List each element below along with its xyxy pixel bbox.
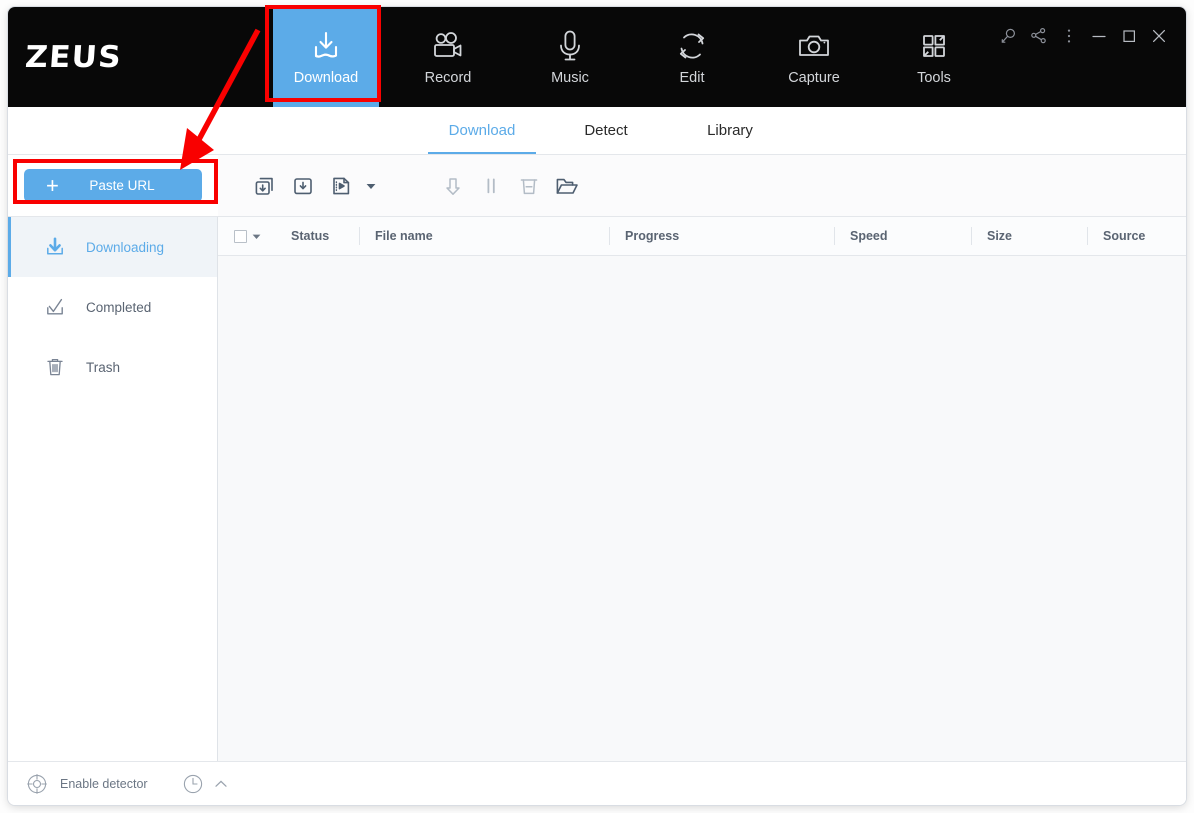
column-header-status-label: Status [291,229,330,243]
nav-item-record-label: Record [424,70,472,87]
tab-library[interactable]: Library [668,107,792,154]
app-logo: ZEUS [8,7,191,107]
nav-item-edit-label: Edit [679,70,705,87]
tab-download-label: Download [448,122,516,139]
chevron-up-icon[interactable] [213,776,229,792]
enable-detector-button[interactable]: Enable detector [26,773,148,795]
microphone-icon [555,28,585,64]
nav-item-capture[interactable]: Capture [761,7,867,107]
column-header-filename[interactable]: File name [359,217,609,255]
nav-item-edit[interactable]: Edit [639,7,745,107]
download-arrow-icon [44,236,66,258]
check-tray-icon [44,296,66,318]
video-camera-icon [430,28,466,64]
select-all-checkbox[interactable] [234,229,247,243]
single-download-icon[interactable] [284,167,322,205]
tab-library-label: Library [707,122,753,139]
select-all-caret-icon [252,234,261,239]
sub-tab-bar: Download Detect Library [8,107,1186,155]
nav-item-tools-label: Tools [917,70,951,87]
target-crosshair-icon [26,773,48,795]
nav-item-record[interactable]: Record [395,7,501,107]
plus-icon: + [46,172,59,198]
sidebar: Downloading Completed Trash [8,217,218,761]
column-header-speed[interactable]: Speed [834,217,971,255]
camera-icon [796,28,832,64]
toolbar-buttons [218,167,1186,205]
nav-item-music[interactable]: Music [517,7,623,107]
nav-item-download-label: Download [293,70,359,87]
zeus-application-window: ZEUS Download Record Music Edit Capture … [8,7,1186,805]
grid-squares-icon [918,28,950,64]
column-header-source-label: Source [1103,229,1146,243]
trash-bin-icon [44,356,66,378]
nav-item-capture-label: Capture [788,70,840,87]
column-header-progress-label: Progress [625,229,680,243]
nav-item-tools[interactable]: Tools [881,7,987,107]
video-file-icon[interactable] [322,167,360,205]
screenshot-root: ZEUS Download Record Music Edit Capture … [0,0,1194,813]
column-header-speed-label: Speed [850,229,888,243]
clock-icon[interactable] [182,773,204,795]
download-list-panel: Status File name Progress Speed Size Sou… [218,217,1186,761]
minimize-icon[interactable] [1084,21,1114,51]
tab-download[interactable]: Download [420,107,544,154]
sidebar-item-downloading-label: Downloading [86,239,165,255]
column-header-size[interactable]: Size [971,217,1087,255]
tab-detect[interactable]: Detect [544,107,668,154]
nav-item-music-label: Music [551,70,589,87]
sidebar-item-trash-label: Trash [86,359,121,375]
pause-download-icon[interactable] [472,167,510,205]
delete-icon[interactable] [510,167,548,205]
app-logo-text: ZEUS [23,39,124,75]
search-icon[interactable] [994,21,1024,51]
window-controls [994,21,1174,51]
share-icon[interactable] [1024,21,1054,51]
dropdown-caret-icon[interactable] [360,167,382,205]
sidebar-item-trash[interactable]: Trash [8,337,217,397]
nav-item-download[interactable]: Download [273,7,379,107]
column-header-status[interactable]: Status [275,217,359,255]
download-tray-icon [309,28,343,64]
top-navigation-bar: ZEUS Download Record Music Edit Capture … [8,7,1186,107]
open-folder-icon[interactable] [548,167,586,205]
column-header-filename-label: File name [375,229,433,243]
column-header-source[interactable]: Source [1087,217,1186,255]
paste-url-button[interactable]: + Paste URL [24,169,202,202]
refresh-cycle-icon [675,28,709,64]
maximize-icon[interactable] [1114,21,1144,51]
column-header-progress[interactable]: Progress [609,217,834,255]
close-icon[interactable] [1144,21,1174,51]
main-body: Downloading Completed Trash Status File … [8,217,1186,761]
batch-download-icon[interactable] [246,167,284,205]
action-toolbar: + Paste URL [8,155,1186,217]
download-table-body [218,256,1186,761]
paste-url-area: + Paste URL [8,155,218,216]
column-header-size-label: Size [987,229,1013,243]
more-menu-icon[interactable] [1054,21,1084,51]
download-table-header: Status File name Progress Speed Size Sou… [218,217,1186,256]
sidebar-item-downloading[interactable]: Downloading [8,217,217,277]
column-header-select[interactable] [218,217,275,255]
sidebar-item-completed[interactable]: Completed [8,277,217,337]
status-bar: Enable detector [8,761,1186,805]
enable-detector-label: Enable detector [60,776,148,791]
start-download-icon[interactable] [434,167,472,205]
sidebar-item-completed-label: Completed [86,299,152,315]
tab-detect-label: Detect [584,122,628,139]
